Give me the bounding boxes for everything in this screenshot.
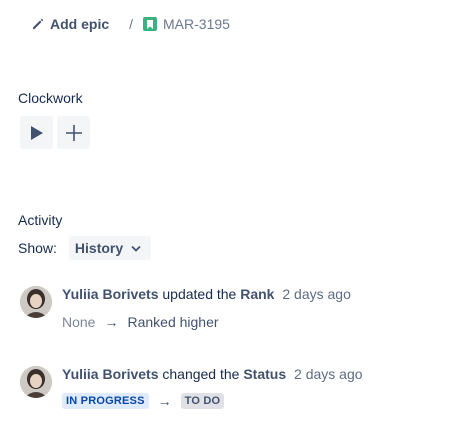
timestamp: 2 days ago: [282, 286, 351, 302]
issue-key-label: MAR-3195: [163, 16, 230, 32]
plus-icon: [65, 124, 82, 141]
timestamp: 2 days ago: [294, 366, 363, 382]
arrow-right-icon: →: [157, 393, 172, 409]
clockwork-controls: [20, 116, 90, 149]
add-epic-link[interactable]: Add epic: [32, 16, 109, 32]
arrow-right-icon: →: [104, 314, 119, 330]
avatar[interactable]: [20, 286, 52, 318]
action-verb: changed the: [162, 366, 240, 382]
pencil-icon: [33, 18, 44, 29]
add-worklog-button[interactable]: [57, 116, 90, 149]
action-verb: updated the: [162, 286, 237, 302]
status-lozenge-in-progress: IN PROGRESS: [62, 393, 149, 409]
activity-change: None → Ranked higher: [62, 314, 219, 330]
play-icon: [30, 125, 43, 140]
status-lozenge-todo: TO DO: [180, 393, 225, 409]
breadcrumb: Add epic / MAR-3195: [32, 14, 230, 34]
activity-filter-dropdown[interactable]: History: [68, 236, 152, 260]
activity-filter-value: History: [74, 240, 124, 256]
user-name[interactable]: Yuliia Borivets: [62, 286, 158, 302]
from-value: None: [62, 314, 96, 330]
start-timer-button[interactable]: [20, 116, 53, 149]
user-name[interactable]: Yuliia Borivets: [62, 366, 158, 382]
chevron-down-icon: [131, 245, 141, 252]
to-value: Ranked higher: [127, 314, 219, 330]
field-name: Status: [243, 366, 287, 382]
activity-change: IN PROGRESS → TO DO: [62, 393, 225, 409]
avatar[interactable]: [20, 366, 52, 398]
breadcrumb-separator: /: [129, 16, 134, 32]
show-label: Show:: [18, 240, 57, 256]
issue-key-link[interactable]: MAR-3195: [143, 16, 230, 32]
clockwork-title: Clockwork: [18, 90, 83, 106]
activity-entry-summary: Yuliia Borivets updated the Rank 2 days …: [62, 286, 351, 302]
activity-filter-row: Show: History: [18, 236, 152, 260]
field-name: Rank: [240, 286, 275, 302]
story-icon: [143, 17, 158, 31]
activity-title: Activity: [18, 212, 63, 228]
activity-entry-summary: Yuliia Borivets changed the Status 2 day…: [62, 366, 363, 382]
add-epic-label: Add epic: [50, 16, 110, 32]
